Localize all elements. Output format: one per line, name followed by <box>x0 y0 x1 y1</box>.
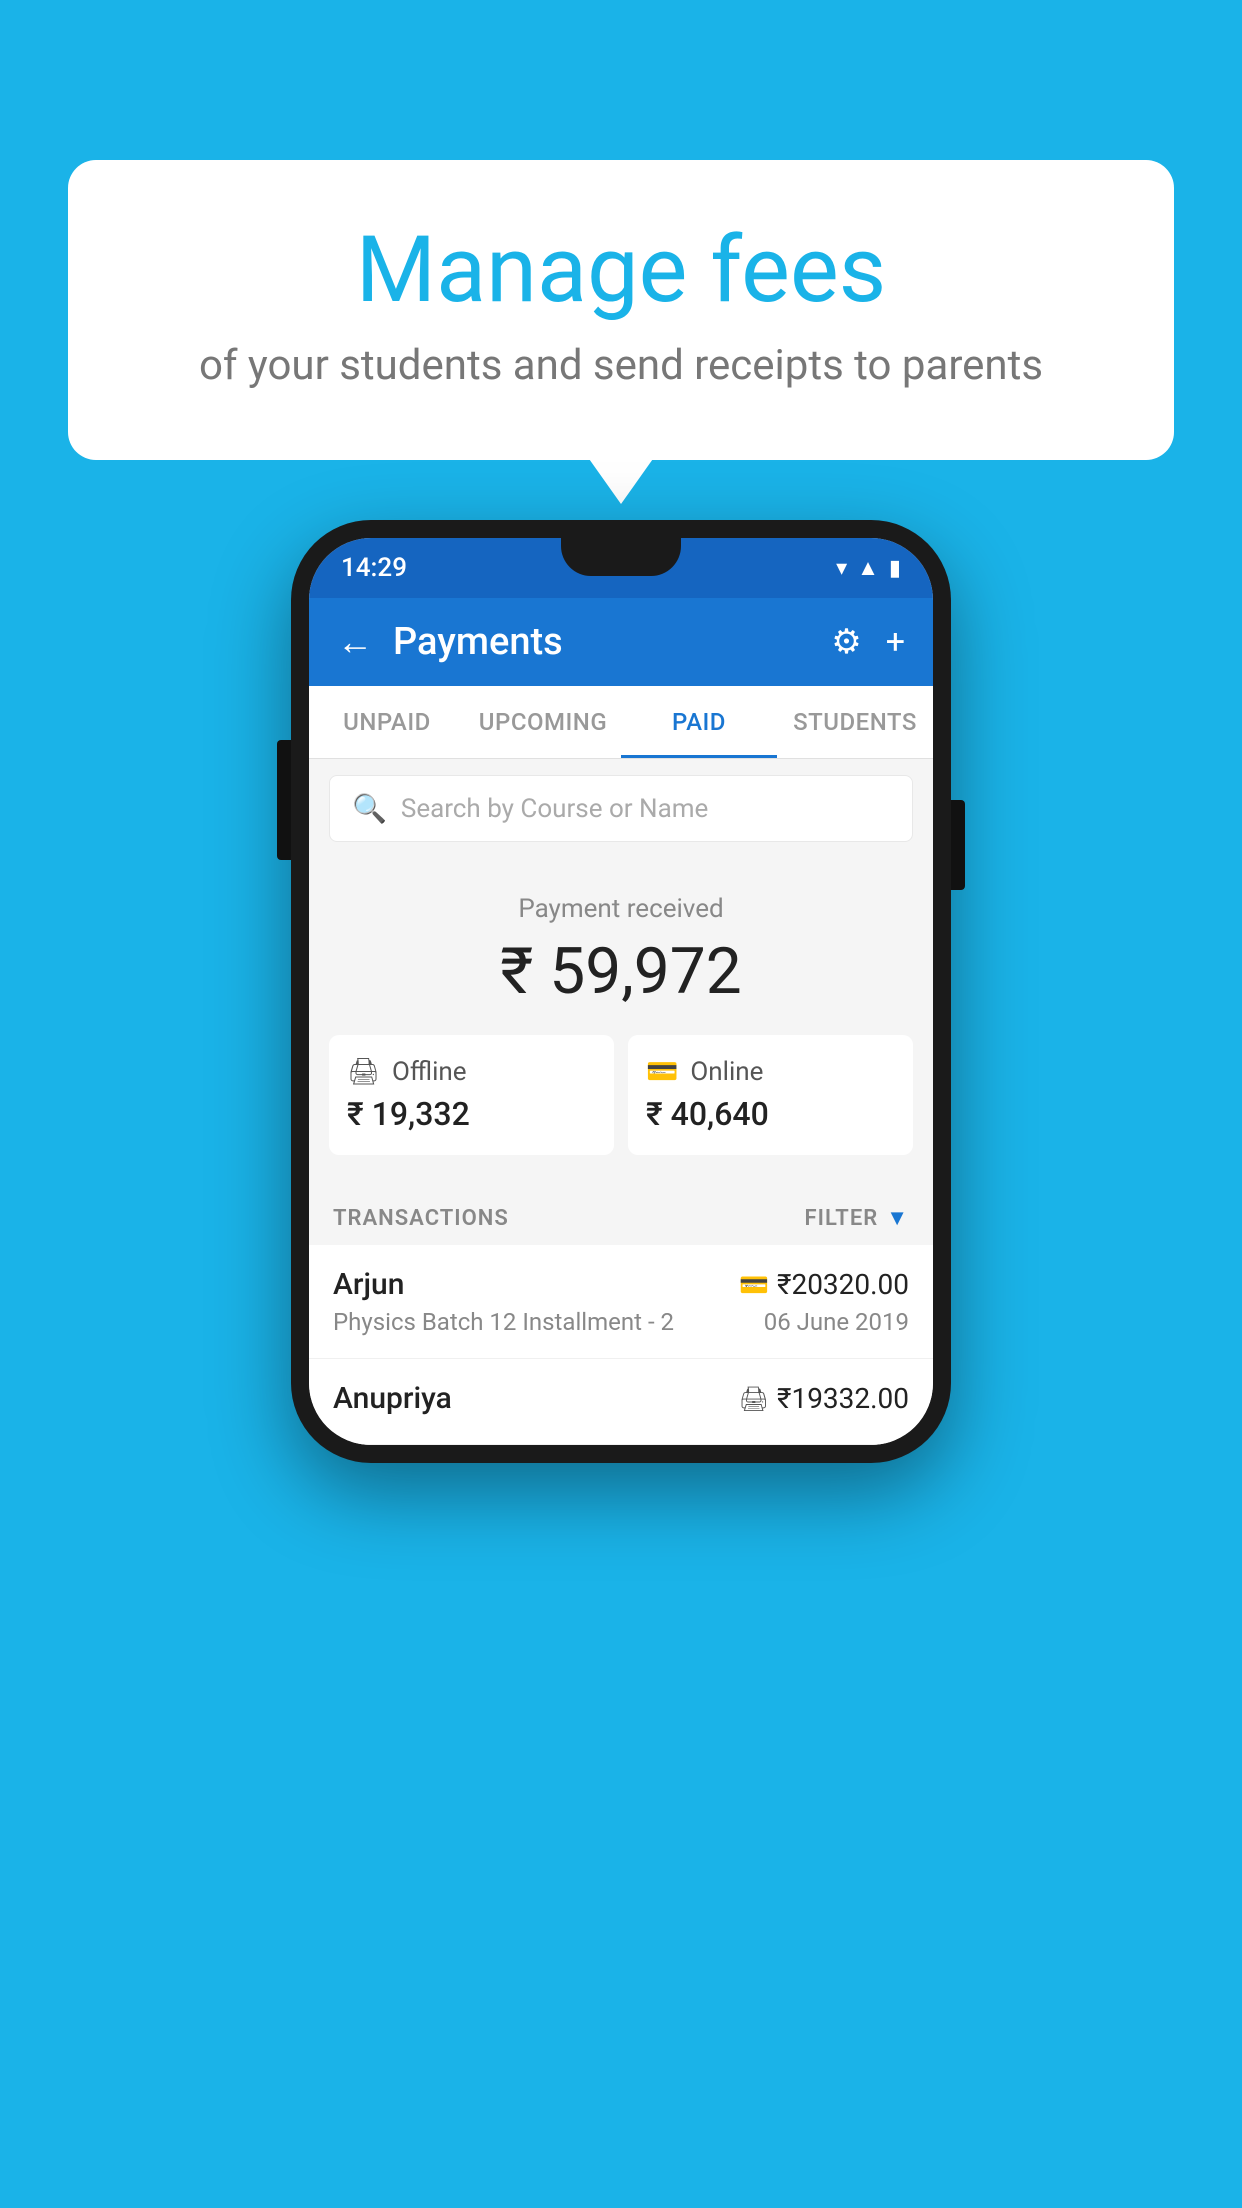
tab-bar: UNPAID UPCOMING PAID STUDENTS <box>309 686 933 759</box>
search-section: 🔍 Search by Course or Name <box>309 759 933 858</box>
online-amount: ₹ 40,640 <box>646 1095 895 1133</box>
transaction-amount: 💳 ₹20320.00 <box>739 1268 909 1301</box>
student-name: Anupriya <box>333 1381 452 1416</box>
status-time: 14:29 <box>341 553 407 583</box>
tab-students[interactable]: STUDENTS <box>777 686 933 758</box>
signal-icon: ▲ <box>857 555 879 581</box>
online-icon: 💳 <box>646 1057 678 1087</box>
offline-icon: 🖨 <box>347 1057 380 1087</box>
phone-notch <box>561 538 681 576</box>
add-icon[interactable]: + <box>886 622 905 662</box>
app-header: ← Payments ⚙ + <box>309 598 933 686</box>
payment-summary: Payment received ₹ 59,972 🖨 Offline ₹ 19… <box>309 858 933 1185</box>
header-actions: ⚙ + <box>831 622 905 662</box>
offline-label: Offline <box>392 1057 467 1087</box>
bubble-title: Manage fees <box>148 220 1094 321</box>
transaction-row[interactable]: Anupriya 🖨 ₹19332.00 <box>309 1359 933 1445</box>
status-icons: ▾ ▲ ▮ <box>836 555 901 581</box>
phone-frame: 14:29 ▾ ▲ ▮ ← Payments ⚙ + <box>291 520 951 1463</box>
payment-type-icon: 🖨 <box>739 1385 769 1413</box>
phone-mockup: 14:29 ▾ ▲ ▮ ← Payments ⚙ + <box>291 520 951 1463</box>
filter-icon: ▼ <box>886 1205 909 1231</box>
page-title: Payments <box>393 620 811 664</box>
back-button[interactable]: ← <box>337 621 373 663</box>
student-name: Arjun <box>333 1267 404 1302</box>
online-card-header: 💳 Online <box>646 1057 895 1087</box>
payment-cards: 🖨 Offline ₹ 19,332 💳 Online ₹ 40,640 <box>329 1035 913 1155</box>
speech-bubble-section: Manage fees of your students and send re… <box>68 160 1174 460</box>
payment-type-icon: 💳 <box>739 1271 769 1299</box>
offline-card-header: 🖨 Offline <box>347 1057 596 1087</box>
transaction-top: Anupriya 🖨 ₹19332.00 <box>333 1381 909 1416</box>
wifi-icon: ▾ <box>836 556 847 581</box>
offline-card: 🖨 Offline ₹ 19,332 <box>329 1035 614 1155</box>
filter-label: FILTER <box>805 1206 879 1231</box>
transaction-date: 06 June 2019 <box>764 1308 909 1336</box>
transactions-header: TRANSACTIONS FILTER ▼ <box>309 1185 933 1245</box>
battery-icon: ▮ <box>889 556 901 581</box>
transactions-label: TRANSACTIONS <box>333 1206 509 1231</box>
tab-upcoming[interactable]: UPCOMING <box>465 686 621 758</box>
amount-value: ₹19332.00 <box>777 1382 909 1415</box>
tab-paid[interactable]: PAID <box>621 686 777 758</box>
tab-unpaid[interactable]: UNPAID <box>309 686 465 758</box>
course-info: Physics Batch 12 Installment - 2 <box>333 1308 674 1336</box>
settings-icon[interactable]: ⚙ <box>831 622 861 662</box>
payment-total: ₹ 59,972 <box>329 934 913 1009</box>
transaction-row[interactable]: Arjun 💳 ₹20320.00 Physics Batch 12 Insta… <box>309 1245 933 1359</box>
online-card: 💳 Online ₹ 40,640 <box>628 1035 913 1155</box>
speech-bubble: Manage fees of your students and send re… <box>68 160 1174 460</box>
transaction-top: Arjun 💳 ₹20320.00 <box>333 1267 909 1302</box>
search-icon: 🔍 <box>352 792 387 825</box>
search-input[interactable]: 🔍 Search by Course or Name <box>329 775 913 842</box>
amount-value: ₹20320.00 <box>777 1268 909 1301</box>
bubble-subtitle: of your students and send receipts to pa… <box>148 341 1094 390</box>
payment-label: Payment received <box>329 894 913 924</box>
offline-amount: ₹ 19,332 <box>347 1095 596 1133</box>
filter-button[interactable]: FILTER ▼ <box>805 1205 909 1231</box>
transaction-amount: 🖨 ₹19332.00 <box>739 1382 909 1415</box>
phone-screen: 14:29 ▾ ▲ ▮ ← Payments ⚙ + <box>309 538 933 1445</box>
online-label: Online <box>690 1057 763 1087</box>
transaction-bottom: Physics Batch 12 Installment - 2 06 June… <box>333 1308 909 1336</box>
search-placeholder: Search by Course or Name <box>401 794 708 824</box>
